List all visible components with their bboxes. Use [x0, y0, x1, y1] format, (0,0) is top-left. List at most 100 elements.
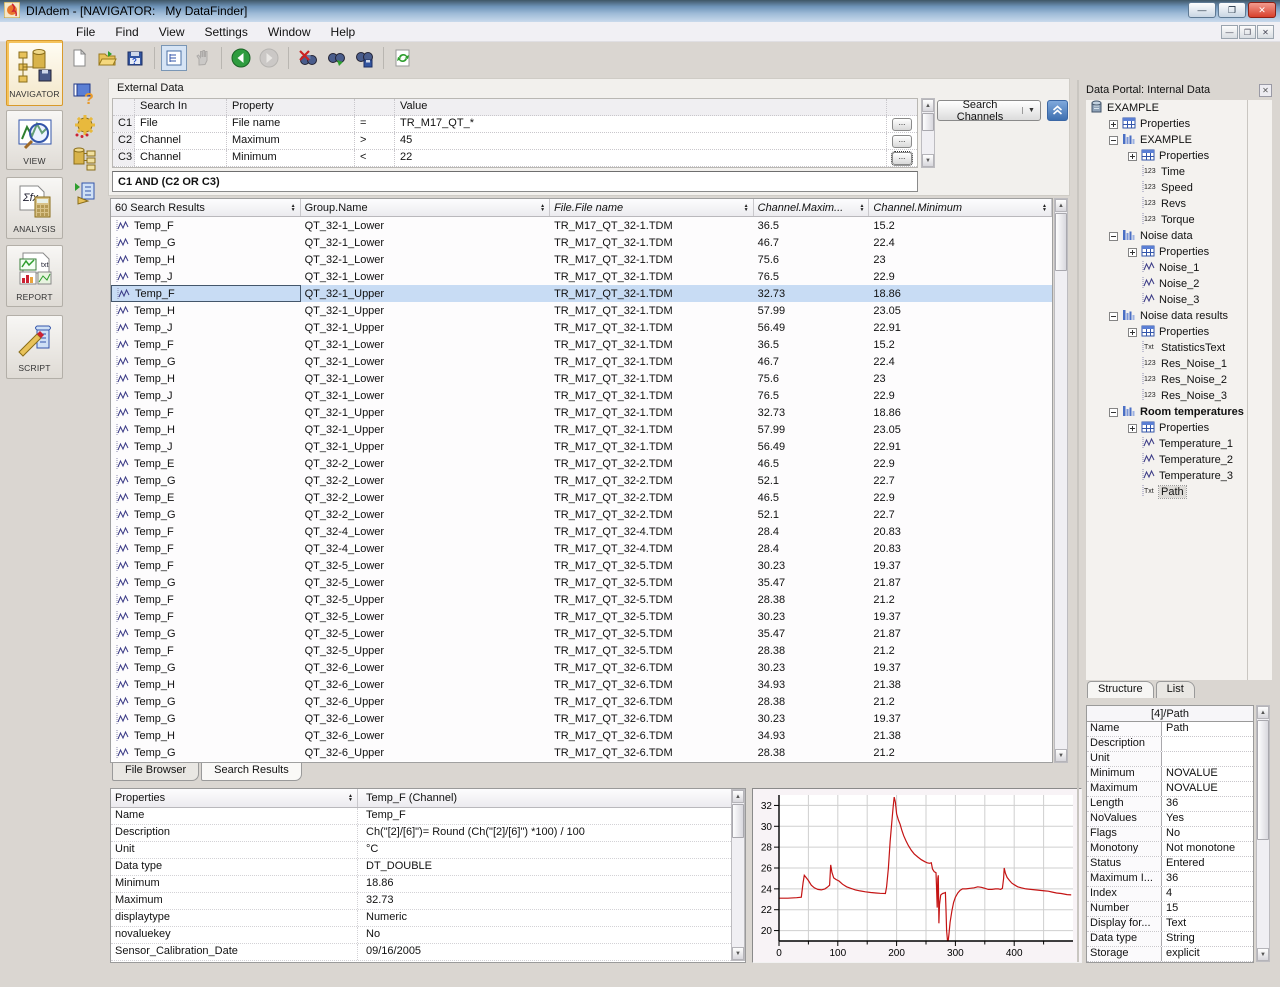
file-name-cell[interactable]: TR_M17_QT_32-1.TDM: [550, 251, 754, 268]
file-name-cell[interactable]: TR_M17_QT_32-5.TDM: [550, 642, 754, 659]
property-row[interactable]: Name Temp_F: [111, 808, 745, 825]
group-name-cell[interactable]: QT_32-6_Lower: [301, 659, 550, 676]
sort-icon[interactable]: ▲ ▼: [859, 203, 864, 212]
maximum-cell[interactable]: 32.73: [754, 285, 870, 302]
portal-grid-row[interactable]: Unit: [1087, 752, 1253, 767]
maximum-cell[interactable]: 46.5: [754, 489, 870, 506]
operator-cell[interactable]: >: [355, 133, 395, 149]
sort-icon[interactable]: ▲ ▼: [1042, 203, 1047, 212]
search-in-cell[interactable]: Channel: [135, 150, 227, 166]
maximum-cell[interactable]: 35.47: [754, 574, 870, 591]
value-cell[interactable]: 45: [395, 133, 887, 149]
minimum-cell[interactable]: 19.37: [869, 608, 1052, 625]
tree-item-time[interactable]: 123 Time: [1086, 164, 1272, 180]
group-name-cell[interactable]: QT_32-6_Lower: [301, 710, 550, 727]
restore-button[interactable]: ❐: [1218, 2, 1246, 18]
tree-item-properties[interactable]: Properties: [1086, 148, 1272, 164]
collapse-icon[interactable]: [1109, 407, 1118, 417]
file-name-cell[interactable]: TR_M17_QT_32-6.TDM: [550, 659, 754, 676]
tree-item-statisticstext[interactable]: Txt StatisticsText: [1086, 340, 1272, 356]
minimum-cell[interactable]: 20.83: [869, 523, 1052, 540]
property-cell[interactable]: File name: [227, 116, 355, 132]
table-row[interactable]: Temp_J QT_32-1_Upper TR_M17_QT_32-1.TDM 56.…: [111, 438, 1052, 455]
table-row[interactable]: Temp_G QT_32-5_Lower TR_M17_QT_32-5.TDM 35.…: [111, 625, 1052, 642]
property-row[interactable]: Data type DT_DOUBLE: [111, 859, 745, 876]
file-name-cell[interactable]: TR_M17_QT_32-1.TDM: [550, 336, 754, 353]
scroll-down-icon[interactable]: ▼: [922, 154, 934, 167]
sidebar-item-script[interactable]: SCRIPT: [6, 315, 63, 379]
menu-find[interactable]: Find: [105, 23, 148, 41]
menu-view[interactable]: View: [149, 23, 195, 41]
refresh-button[interactable]: [390, 45, 416, 71]
forward-button[interactable]: [256, 45, 282, 71]
file-name-cell[interactable]: TR_M17_QT_32-1.TDM: [550, 438, 754, 455]
group-name-cell[interactable]: QT_32-5_Upper: [301, 591, 550, 608]
table-row[interactable]: Temp_F QT_32-5_Upper TR_M17_QT_32-5.TDM 28.…: [111, 591, 1052, 608]
group-name-cell[interactable]: QT_32-1_Upper: [301, 319, 550, 336]
table-row[interactable]: Temp_J QT_32-1_Lower TR_M17_QT_32-1.TDM 76.…: [111, 268, 1052, 285]
mdi-close-button[interactable]: ✕: [1257, 25, 1274, 39]
file-name-cell[interactable]: TR_M17_QT_32-2.TDM: [550, 489, 754, 506]
portal-grid-row[interactable]: Name Path: [1087, 722, 1253, 737]
file-name-cell[interactable]: TR_M17_QT_32-4.TDM: [550, 523, 754, 540]
minimum-cell[interactable]: 15.2: [869, 217, 1052, 234]
group-name-cell[interactable]: QT_32-5_Lower: [301, 574, 550, 591]
group-name-cell[interactable]: QT_32-1_Upper: [301, 421, 550, 438]
minimum-cell[interactable]: 19.37: [869, 710, 1052, 727]
tree-item-temperature_1[interactable]: Temperature_1: [1086, 436, 1272, 452]
tree-item-noise_3[interactable]: Noise_3: [1086, 292, 1272, 308]
condition-row-c1[interactable]: C1 File File name = TR_M17_QT_*...: [113, 116, 917, 133]
browse-values-button[interactable]: ...: [891, 150, 913, 166]
group-name-cell[interactable]: QT_32-1_Upper: [301, 404, 550, 421]
table-row[interactable]: Temp_H QT_32-1_Lower TR_M17_QT_32-1.TDM 75.…: [111, 251, 1052, 268]
mdi-minimize-button[interactable]: —: [1221, 25, 1238, 39]
table-row[interactable]: Temp_H QT_32-1_Upper TR_M17_QT_32-1.TDM 57.…: [111, 302, 1052, 319]
table-row[interactable]: Temp_G QT_32-2_Lower TR_M17_QT_32-2.TDM 52.…: [111, 506, 1052, 523]
tree-view-button[interactable]: [161, 45, 187, 71]
tree-item-room-temperatures[interactable]: Room temperatures: [1086, 404, 1272, 420]
group-name-cell[interactable]: QT_32-1_Lower: [301, 234, 550, 251]
minimum-cell[interactable]: 22.9: [869, 489, 1052, 506]
results-scrollbar[interactable]: ▲ ▼: [1054, 198, 1068, 763]
minimum-cell[interactable]: 22.4: [869, 353, 1052, 370]
file-name-cell[interactable]: TR_M17_QT_32-5.TDM: [550, 557, 754, 574]
tree-item-example[interactable]: EXAMPLE: [1086, 132, 1272, 148]
table-row[interactable]: Temp_F QT_32-5_Upper TR_M17_QT_32-5.TDM 28.…: [111, 642, 1052, 659]
group-name-cell[interactable]: QT_32-4_Lower: [301, 540, 550, 557]
property-cell[interactable]: Maximum: [227, 133, 355, 149]
maximum-cell[interactable]: 28.4: [754, 523, 870, 540]
file-name-cell[interactable]: TR_M17_QT_32-1.TDM: [550, 302, 754, 319]
tree-item-temperature_3[interactable]: Temperature_3: [1086, 468, 1272, 484]
group-name-cell[interactable]: QT_32-5_Lower: [301, 608, 550, 625]
minimum-cell[interactable]: 21.2: [869, 744, 1052, 761]
table-row[interactable]: Temp_E QT_32-2_Lower TR_M17_QT_32-2.TDM 46.…: [111, 455, 1052, 472]
maximum-cell[interactable]: 36.5: [754, 217, 870, 234]
tree-item-example[interactable]: EXAMPLE: [1086, 100, 1272, 116]
maximum-cell[interactable]: 57.99: [754, 302, 870, 319]
chevron-down-icon[interactable]: ▼: [1022, 107, 1040, 114]
file-name-cell[interactable]: TR_M17_QT_32-1.TDM: [550, 217, 754, 234]
results-column-header[interactable]: Channel.Maxim... ▲ ▼: [754, 199, 870, 216]
sidebar-item-analysis[interactable]: Σfx ANALYSIS: [6, 177, 63, 239]
maximum-cell[interactable]: 75.6: [754, 370, 870, 387]
tree-item-path[interactable]: Txt Path: [1086, 484, 1272, 500]
minimum-cell[interactable]: 18.86: [869, 404, 1052, 421]
save-search-button[interactable]: [351, 45, 377, 71]
property-row[interactable]: Unit °C: [111, 842, 745, 859]
maximum-cell[interactable]: 46.7: [754, 234, 870, 251]
table-row[interactable]: Temp_G QT_32-5_Lower TR_M17_QT_32-5.TDM 35.…: [111, 574, 1052, 591]
scroll-up-icon[interactable]: ▲: [732, 790, 744, 803]
pan-hand-button[interactable]: [189, 45, 215, 71]
group-name-cell[interactable]: QT_32-6_Lower: [301, 676, 550, 693]
sort-icon[interactable]: ▲ ▼: [291, 203, 296, 212]
tab-file-browser[interactable]: File Browser: [112, 763, 200, 781]
conditions-scrollbar[interactable]: ▲ ▼: [921, 98, 935, 168]
group-name-cell[interactable]: QT_32-1_Lower: [301, 268, 550, 285]
property-row[interactable]: Description Ch("[2]/[6]")= Round (Ch("[2]…: [111, 825, 745, 842]
table-row[interactable]: Temp_G QT_32-1_Lower TR_M17_QT_32-1.TDM 46.…: [111, 353, 1052, 370]
sidebar-item-navigator[interactable]: NAVIGATOR: [6, 40, 63, 106]
portal-grid-row[interactable]: Status Entered: [1087, 857, 1253, 872]
minimum-cell[interactable]: 22.91: [869, 319, 1052, 336]
maximum-cell[interactable]: 28.38: [754, 744, 870, 761]
maximum-cell[interactable]: 28.4: [754, 540, 870, 557]
